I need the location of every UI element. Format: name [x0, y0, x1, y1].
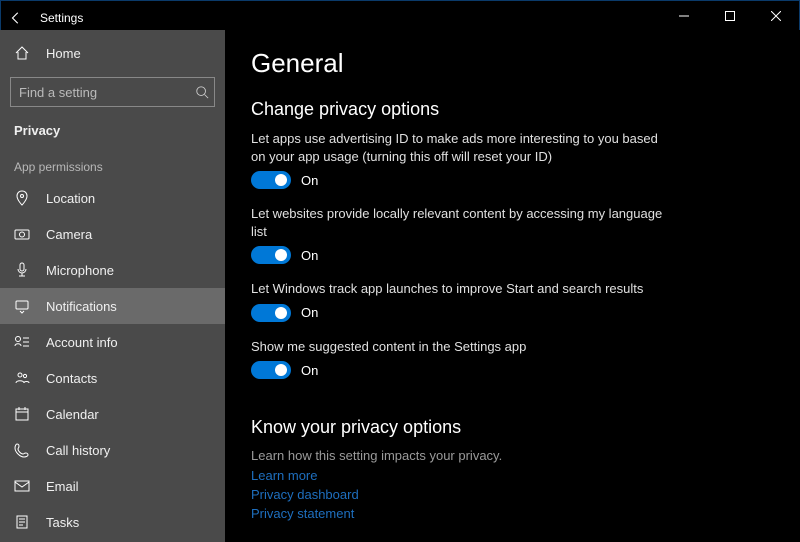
sidebar-item-tasks[interactable]: Tasks: [0, 504, 225, 540]
search-box[interactable]: [10, 77, 215, 107]
sidebar-item-label: Account info: [46, 335, 118, 350]
call-history-icon: [14, 442, 30, 458]
sidebar-item-label: Call history: [46, 443, 110, 458]
setting-desc: Let Windows track app launches to improv…: [251, 280, 671, 298]
sidebar-item-calendar[interactable]: Calendar: [0, 396, 225, 432]
sidebar-item-location[interactable]: Location: [0, 180, 225, 216]
sidebar-item-label: Notifications: [46, 299, 117, 314]
search-icon: [195, 85, 209, 99]
setting-advertising-id: Let apps use advertising ID to make ads …: [251, 130, 671, 189]
sidebar-item-contacts[interactable]: Contacts: [0, 360, 225, 396]
toggle-state: On: [301, 305, 318, 320]
sidebar-item-label: Microphone: [46, 263, 114, 278]
app-title: Settings: [40, 11, 83, 25]
calendar-icon: [14, 406, 30, 422]
sidebar-item-microphone[interactable]: Microphone: [0, 252, 225, 288]
tasks-icon: [14, 514, 30, 530]
sidebar-item-call-history[interactable]: Call history: [0, 432, 225, 468]
contacts-icon: [14, 370, 30, 386]
setting-desc: Let websites provide locally relevant co…: [251, 205, 671, 240]
setting-suggested-content: Show me suggested content in the Setting…: [251, 338, 671, 380]
camera-icon: [14, 226, 30, 242]
account-info-icon: [14, 334, 30, 350]
toggle-suggested-content[interactable]: [251, 361, 291, 379]
email-icon: [14, 478, 30, 494]
sidebar-item-notifications[interactable]: Notifications: [0, 288, 225, 324]
toggle-state: On: [301, 248, 318, 263]
setting-language-list: Let websites provide locally relevant co…: [251, 205, 671, 264]
search-input[interactable]: [19, 85, 195, 100]
main-panel: General Change privacy options Let apps …: [225, 30, 800, 542]
maximize-button[interactable]: [707, 1, 753, 31]
back-button[interactable]: [6, 8, 26, 28]
sidebar-item-account-info[interactable]: Account info: [0, 324, 225, 360]
sidebar-item-label: Location: [46, 191, 95, 206]
home-icon: [14, 45, 30, 61]
sidebar-item-label: Camera: [46, 227, 92, 242]
toggle-language-list[interactable]: [251, 246, 291, 264]
close-button[interactable]: [753, 1, 799, 31]
link-privacy-dashboard[interactable]: Privacy dashboard: [251, 486, 774, 505]
sidebar: Home Privacy App permissions Location Ca…: [0, 30, 225, 542]
sidebar-item-label: Calendar: [46, 407, 99, 422]
know-privacy-desc: Learn how this setting impacts your priv…: [251, 448, 774, 463]
setting-track-launches: Let Windows track app launches to improv…: [251, 280, 671, 322]
sidebar-item-email[interactable]: Email: [0, 468, 225, 504]
location-icon: [14, 190, 30, 206]
notifications-icon: [14, 298, 30, 314]
link-learn-more[interactable]: Learn more: [251, 467, 774, 486]
link-privacy-statement[interactable]: Privacy statement: [251, 505, 774, 524]
page-title: General: [251, 48, 774, 79]
section-privacy: Privacy: [0, 117, 225, 146]
subheading-change-privacy: Change privacy options: [251, 99, 774, 120]
setting-desc: Let apps use advertising ID to make ads …: [251, 130, 671, 165]
toggle-advertising-id[interactable]: [251, 171, 291, 189]
toggle-state: On: [301, 363, 318, 378]
sidebar-item-label: Contacts: [46, 371, 97, 386]
sidebar-item-camera[interactable]: Camera: [0, 216, 225, 252]
toggle-track-launches[interactable]: [251, 304, 291, 322]
home-button[interactable]: Home: [0, 35, 225, 71]
minimize-button[interactable]: [661, 1, 707, 31]
section-app-permissions: App permissions: [0, 146, 225, 180]
microphone-icon: [14, 262, 30, 278]
setting-desc: Show me suggested content in the Setting…: [251, 338, 671, 356]
sidebar-item-label: Tasks: [46, 515, 79, 530]
toggle-state: On: [301, 173, 318, 188]
titlebar: Settings: [0, 0, 800, 30]
sidebar-item-label: Email: [46, 479, 79, 494]
home-label: Home: [46, 46, 81, 61]
subheading-know-privacy: Know your privacy options: [251, 417, 774, 438]
